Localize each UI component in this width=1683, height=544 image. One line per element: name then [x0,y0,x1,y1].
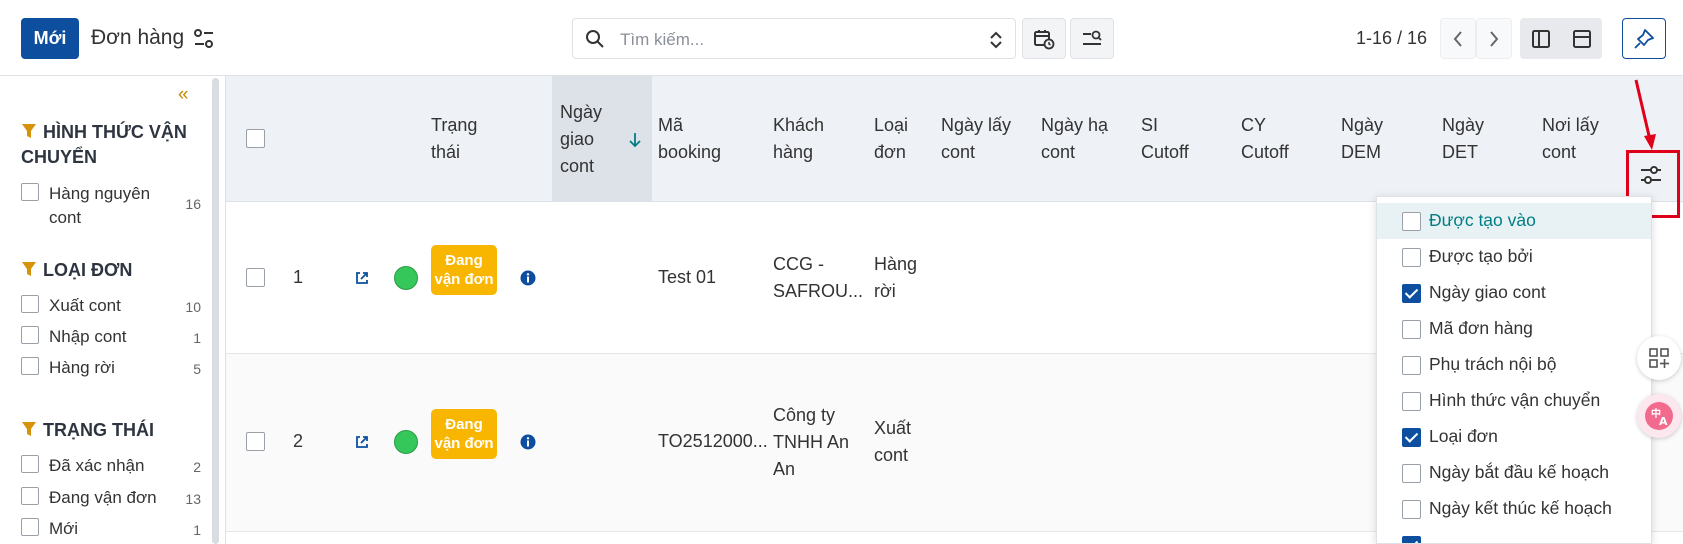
filter-checkbox[interactable] [21,357,39,375]
column-option-created-by[interactable]: Được tạo bởi [1377,239,1651,275]
cell-customer: CCG - SAFROU... [773,254,864,301]
header-delivery-date[interactable]: Ngày giao cont [552,76,652,202]
pager-previous-button[interactable] [1440,18,1476,59]
translate-icon: 中 A [1645,402,1673,430]
funnel-icon [22,124,36,138]
group-title-shipping-method: HÌNH THỨC VẬN CHUYỂN [21,122,187,167]
column-checkbox[interactable] [1402,356,1421,375]
header-booking[interactable]: Mã booking [658,76,758,202]
filter-checkbox[interactable] [21,183,39,201]
control-panel: Mới Đơn hàng Tìm kiếm... 1-16 / 16 [0,0,1683,76]
header-cy-cutoff[interactable]: CY Cutoff [1241,76,1341,202]
apps-float-button[interactable] [1637,336,1681,380]
filter-checkbox[interactable] [21,295,39,313]
column-option-shipping-method[interactable]: Hình thức vận chuyển [1377,383,1651,419]
select-all-checkbox[interactable] [246,129,265,148]
header-det-date[interactable]: Ngày DET [1442,76,1542,202]
header-drop-date[interactable]: Ngày hạ cont [1041,76,1141,202]
header-customer[interactable]: Khách hàng [773,76,863,202]
translate-float-button[interactable]: 中 A [1637,394,1681,438]
cell-order-type: Hàng rời [874,254,918,301]
column-checkbox[interactable] [1402,212,1421,231]
column-option-created-on[interactable]: Được tạo vào [1377,203,1651,239]
actions-icon[interactable] [193,28,215,50]
funnel-icon [22,262,36,276]
split-panel-icon [1531,29,1550,48]
group-title-order-type: LOẠI ĐƠN [21,258,201,283]
external-link-icon[interactable] [354,434,370,450]
search-icon [586,30,604,48]
pin-button[interactable] [1622,18,1666,59]
column-checkbox[interactable] [1402,536,1421,543]
status-badge: Đang vận đơn [431,409,497,459]
view-switch-list-button[interactable] [1561,18,1602,59]
collapse-sidebar-icon[interactable]: « [178,84,189,106]
header-pickup-date[interactable]: Ngày lấy cont [941,76,1041,202]
chevron-left-icon [1453,30,1462,47]
calendar-clock-icon [1034,29,1055,49]
filter-checkbox[interactable] [21,487,39,505]
pager-next-button[interactable] [1476,18,1512,59]
column-checkbox[interactable] [1402,428,1421,447]
info-icon[interactable] [520,270,536,286]
search-input[interactable]: Tìm kiếm... [620,30,704,50]
chevron-right-icon [1490,30,1499,47]
optional-columns-toggle-icon[interactable] [1636,160,1666,190]
external-link-icon[interactable] [354,270,370,286]
page-title: Đơn hàng [91,26,185,49]
column-checkbox[interactable] [1402,320,1421,339]
search-panel-button[interactable] [1070,18,1114,59]
status-dot [394,266,418,290]
header-dem-date[interactable]: Ngày DEM [1341,76,1441,202]
status-dot [394,430,418,454]
group-title-status: TRẠNG THÁI [21,418,201,443]
sidebar-scrollbar[interactable] [212,78,219,544]
table-header: Trạng thái Ngày giao cont Mã booking Khá… [226,76,1683,202]
annotation-arrow [1634,79,1656,150]
header-order-type[interactable]: Loại đơn [874,76,934,202]
column-option-internal-manager[interactable]: Phụ trách nội bộ [1377,347,1651,383]
search-bar[interactable]: Tìm kiếm... [572,18,1016,59]
column-option-plan-end[interactable]: Ngày kết thúc kế hoạch [1377,491,1651,527]
column-option-delivery-date[interactable]: Ngày giao cont [1377,275,1651,311]
row-index: 1 [293,267,304,287]
row-checkbox[interactable] [246,268,265,287]
column-option-partial[interactable] [1377,527,1651,543]
status-badge: Đang vận đơn [431,245,497,295]
column-checkbox[interactable] [1402,464,1421,483]
calendar-filter-button[interactable] [1022,18,1066,59]
cell-customer: Công ty TNHH An An [773,405,850,479]
row-index: 2 [293,431,304,451]
filter-checkbox[interactable] [21,326,39,344]
cell-order-type: Xuất cont [874,418,912,465]
cell-booking: TO2512000... [658,431,768,451]
pager-value[interactable]: 1-16 / 16 [1356,28,1427,49]
column-checkbox[interactable] [1402,500,1421,519]
apps-grid-icon [1649,348,1669,368]
chevron-updown-icon[interactable] [989,30,1003,50]
new-button[interactable]: Mới [21,18,79,59]
funnel-icon [22,422,36,436]
optional-columns-dropdown: Được tạo vào Được tạo bởi Ngày giao cont… [1376,196,1652,544]
header-si-cutoff[interactable]: SI Cutoff [1141,76,1241,202]
svg-text:A: A [1659,415,1668,428]
list-view-icon [1572,29,1591,48]
list-search-icon [1083,30,1102,45]
view-switch-split-button[interactable] [1520,18,1561,59]
filter-checkbox[interactable] [21,455,39,473]
column-checkbox[interactable] [1402,392,1421,411]
row-checkbox[interactable] [246,432,265,451]
cell-booking: Test 01 [658,267,717,287]
column-checkbox[interactable] [1402,284,1421,303]
column-checkbox[interactable] [1402,248,1421,267]
column-option-order-code[interactable]: Mã đơn hàng [1377,311,1651,347]
header-status[interactable]: Trạng thái [431,76,531,202]
filter-checkbox[interactable] [21,518,39,536]
filter-sidebar: « HÌNH THỨC VẬN CHUYỂN Hàng nguyên cont … [0,76,226,544]
column-option-order-type[interactable]: Loại đơn [1377,419,1651,455]
sort-desc-icon [629,133,641,148]
pin-icon [1634,28,1654,49]
info-icon[interactable] [520,434,536,450]
column-option-plan-start[interactable]: Ngày bắt đầu kế hoạch [1377,455,1651,491]
